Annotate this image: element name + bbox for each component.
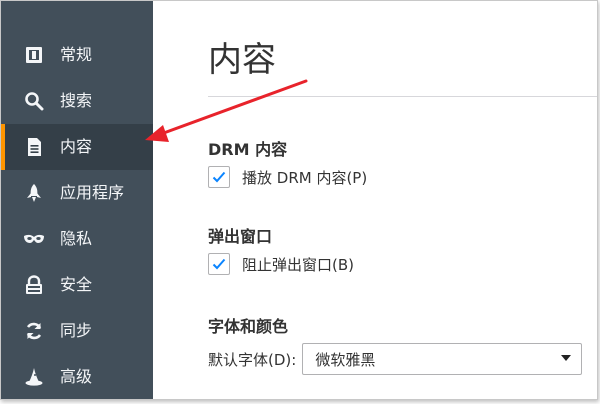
wizard-hat-icon — [23, 366, 45, 388]
page-title: 内容 — [208, 40, 276, 80]
sidebar-item-security[interactable]: 安全 — [1, 262, 153, 308]
sidebar-item-label: 高级 — [60, 367, 93, 386]
preferences-window: 常规 搜索 内容 应用程序 隐私 安全 同步 高级 内容 DRM 内容 播放 D… — [0, 0, 598, 400]
rocket-icon — [23, 182, 45, 204]
drm-checkbox-row[interactable]: 播放 DRM 内容(P) — [208, 166, 367, 188]
drm-section-heading: DRM 内容 — [208, 140, 288, 159]
sidebar-item-label: 隐私 — [60, 229, 93, 248]
dropdown-arrow-icon — [561, 355, 572, 361]
sidebar-item-label: 安全 — [60, 275, 93, 294]
default-font-row: 默认字体(D): 微软雅黑 — [208, 343, 583, 375]
sidebar-item-privacy[interactable]: 隐私 — [1, 216, 153, 262]
popups-section-heading: 弹出窗口 — [208, 227, 273, 246]
fonts-section-heading: 字体和颜色 — [208, 317, 289, 336]
drm-checkbox[interactable] — [208, 166, 230, 188]
sidebar-item-content[interactable]: 内容 — [1, 124, 153, 170]
sidebar-item-label: 同步 — [60, 321, 93, 340]
popups-checkbox-row[interactable]: 阻止弹出窗口(B) — [208, 253, 354, 275]
sidebar: 常规 搜索 内容 应用程序 隐私 安全 同步 高级 — [1, 1, 153, 399]
mask-icon — [23, 228, 45, 250]
sidebar-item-general[interactable]: 常规 — [1, 32, 153, 78]
default-font-value: 微软雅黑 — [315, 350, 376, 369]
sidebar-item-sync[interactable]: 同步 — [1, 308, 153, 354]
sidebar-item-label: 应用程序 — [60, 183, 125, 202]
default-font-select[interactable]: 微软雅黑 — [302, 343, 583, 375]
default-font-label: 默认字体(D): — [208, 350, 297, 369]
sidebar-item-advanced[interactable]: 高级 — [1, 354, 153, 399]
document-icon — [23, 136, 45, 158]
block-popups-checkbox[interactable] — [208, 253, 230, 275]
sidebar-item-search[interactable]: 搜索 — [1, 78, 153, 124]
general-icon — [23, 44, 45, 66]
sidebar-item-label: 搜索 — [60, 91, 93, 110]
sidebar-item-label: 常规 — [60, 45, 93, 64]
search-icon — [23, 90, 45, 112]
content-pane: 内容 DRM 内容 播放 DRM 内容(P) 弹出窗口 阻止弹出窗口(B) 字体… — [153, 1, 597, 399]
sidebar-item-label: 内容 — [60, 137, 93, 156]
checkmark-icon — [212, 258, 226, 270]
sidebar-item-applications[interactable]: 应用程序 — [1, 170, 153, 216]
drm-checkbox-label[interactable]: 播放 DRM 内容(P) — [242, 167, 367, 188]
lock-icon — [23, 274, 45, 296]
title-divider — [208, 96, 597, 97]
sync-icon — [23, 320, 45, 342]
checkmark-icon — [212, 171, 226, 183]
block-popups-label[interactable]: 阻止弹出窗口(B) — [242, 254, 354, 275]
